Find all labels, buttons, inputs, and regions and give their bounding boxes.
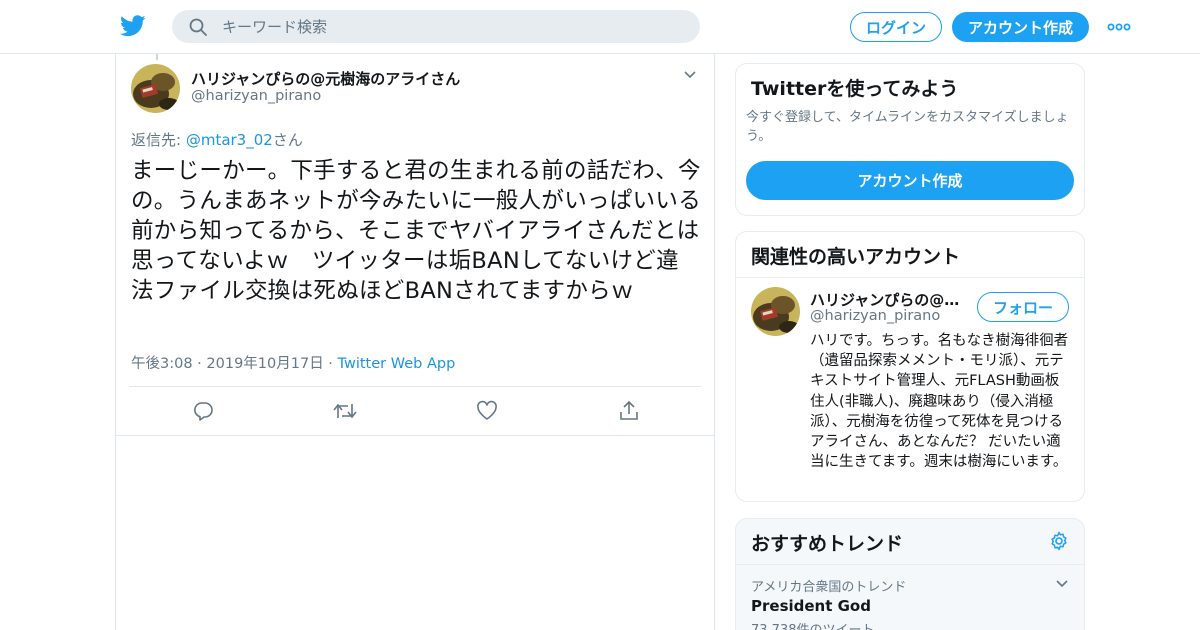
divider: [736, 564, 1084, 565]
twitter-bird-icon[interactable]: [120, 14, 146, 38]
top-navigation-bar: ログイン アカウント作成: [0, 0, 1200, 54]
share-button[interactable]: [615, 397, 643, 425]
avatar-image: [131, 64, 180, 113]
reply-prefix: 返信先:: [131, 131, 186, 149]
retweet-button[interactable]: [331, 397, 359, 425]
tweet-author-name[interactable]: ハリジャンぴらの@元樹海のアライさん: [191, 68, 460, 89]
search-input[interactable]: [222, 10, 682, 43]
avatar-image: [751, 287, 800, 336]
retweet-icon: [333, 403, 357, 419]
tweet-author-handle[interactable]: @harizyan_pirano: [191, 88, 321, 104]
reply-suffix: さん: [272, 131, 303, 149]
card-title: Twitterを使ってみよう: [751, 78, 959, 100]
login-button[interactable]: ログイン: [850, 12, 942, 42]
more-dots-icon[interactable]: [1107, 18, 1131, 36]
tweet-timestamp[interactable]: 午後3:08 · 2019年10月17日 ·: [131, 356, 338, 372]
card-title: 関連性の高いアカウント: [751, 246, 961, 268]
thread-connector-line: [156, 54, 158, 60]
trend-tweet-count: 73,738件のツイート: [751, 619, 875, 630]
follow-button[interactable]: フォロー: [977, 292, 1069, 322]
reply-icon: [194, 402, 213, 421]
divider: [736, 277, 1084, 278]
divider: [116, 435, 714, 436]
search-bar: [172, 10, 700, 43]
account-handle[interactable]: @harizyan_pirano: [810, 308, 940, 324]
search-icon: [189, 18, 207, 36]
account-bio: ハリです。ちっす。名もなき樹海徘徊者（遺留品探索メメント・モリ派）、元テキストサ…: [810, 333, 1069, 471]
tweet-actions: [116, 397, 716, 425]
chevron-down-icon[interactable]: [682, 67, 698, 83]
heart-icon: [477, 400, 497, 420]
tweet-column: ハリジャンぴらの@元樹海のアライさん @harizyan_pirano 返信先:…: [115, 54, 715, 630]
reply-button[interactable]: [189, 397, 217, 425]
card-description: 今すぐ登録して、タイムラインをカスタマイズしましょう。: [746, 110, 1069, 144]
signup-button[interactable]: アカウント作成: [952, 12, 1089, 42]
signup-promo-card: Twitterを使ってみよう 今すぐ登録して、タイムラインをカスタマイズしましょ…: [735, 63, 1085, 216]
gear-icon[interactable]: [1049, 531, 1069, 551]
avatar[interactable]: [131, 64, 180, 113]
reply-context: 返信先: @mtar3_02さん: [131, 129, 303, 150]
like-button[interactable]: [473, 397, 501, 425]
account-name[interactable]: ハリジャンぴらの@元樹海のアライさん: [810, 289, 968, 310]
trend-name[interactable]: President God: [751, 597, 871, 615]
share-icon: [620, 400, 638, 420]
trend-context: アメリカ合衆国のトレンド: [751, 580, 907, 595]
reply-to-link[interactable]: @mtar3_02: [186, 131, 273, 149]
trends-card: おすすめトレンド アメリカ合衆国のトレンド President God 73,7…: [735, 518, 1085, 630]
card-title: おすすめトレンド: [751, 533, 904, 555]
avatar[interactable]: [751, 287, 800, 336]
related-accounts-card: 関連性の高いアカウント ハリジャンぴらの@元樹海のアライさん @harizyan…: [735, 231, 1085, 502]
create-account-button[interactable]: アカウント作成: [746, 161, 1074, 200]
chevron-down-icon[interactable]: [1054, 576, 1070, 592]
tweet-meta: 午後3:08 · 2019年10月17日 · Twitter Web App: [131, 352, 455, 373]
tweet-source-link[interactable]: Twitter Web App: [338, 356, 456, 372]
divider: [129, 386, 701, 387]
tweet-text: まーじーかー。下手すると君の生まれる前の話だわ、今の。うんまあネットが今みたいに…: [131, 158, 702, 304]
